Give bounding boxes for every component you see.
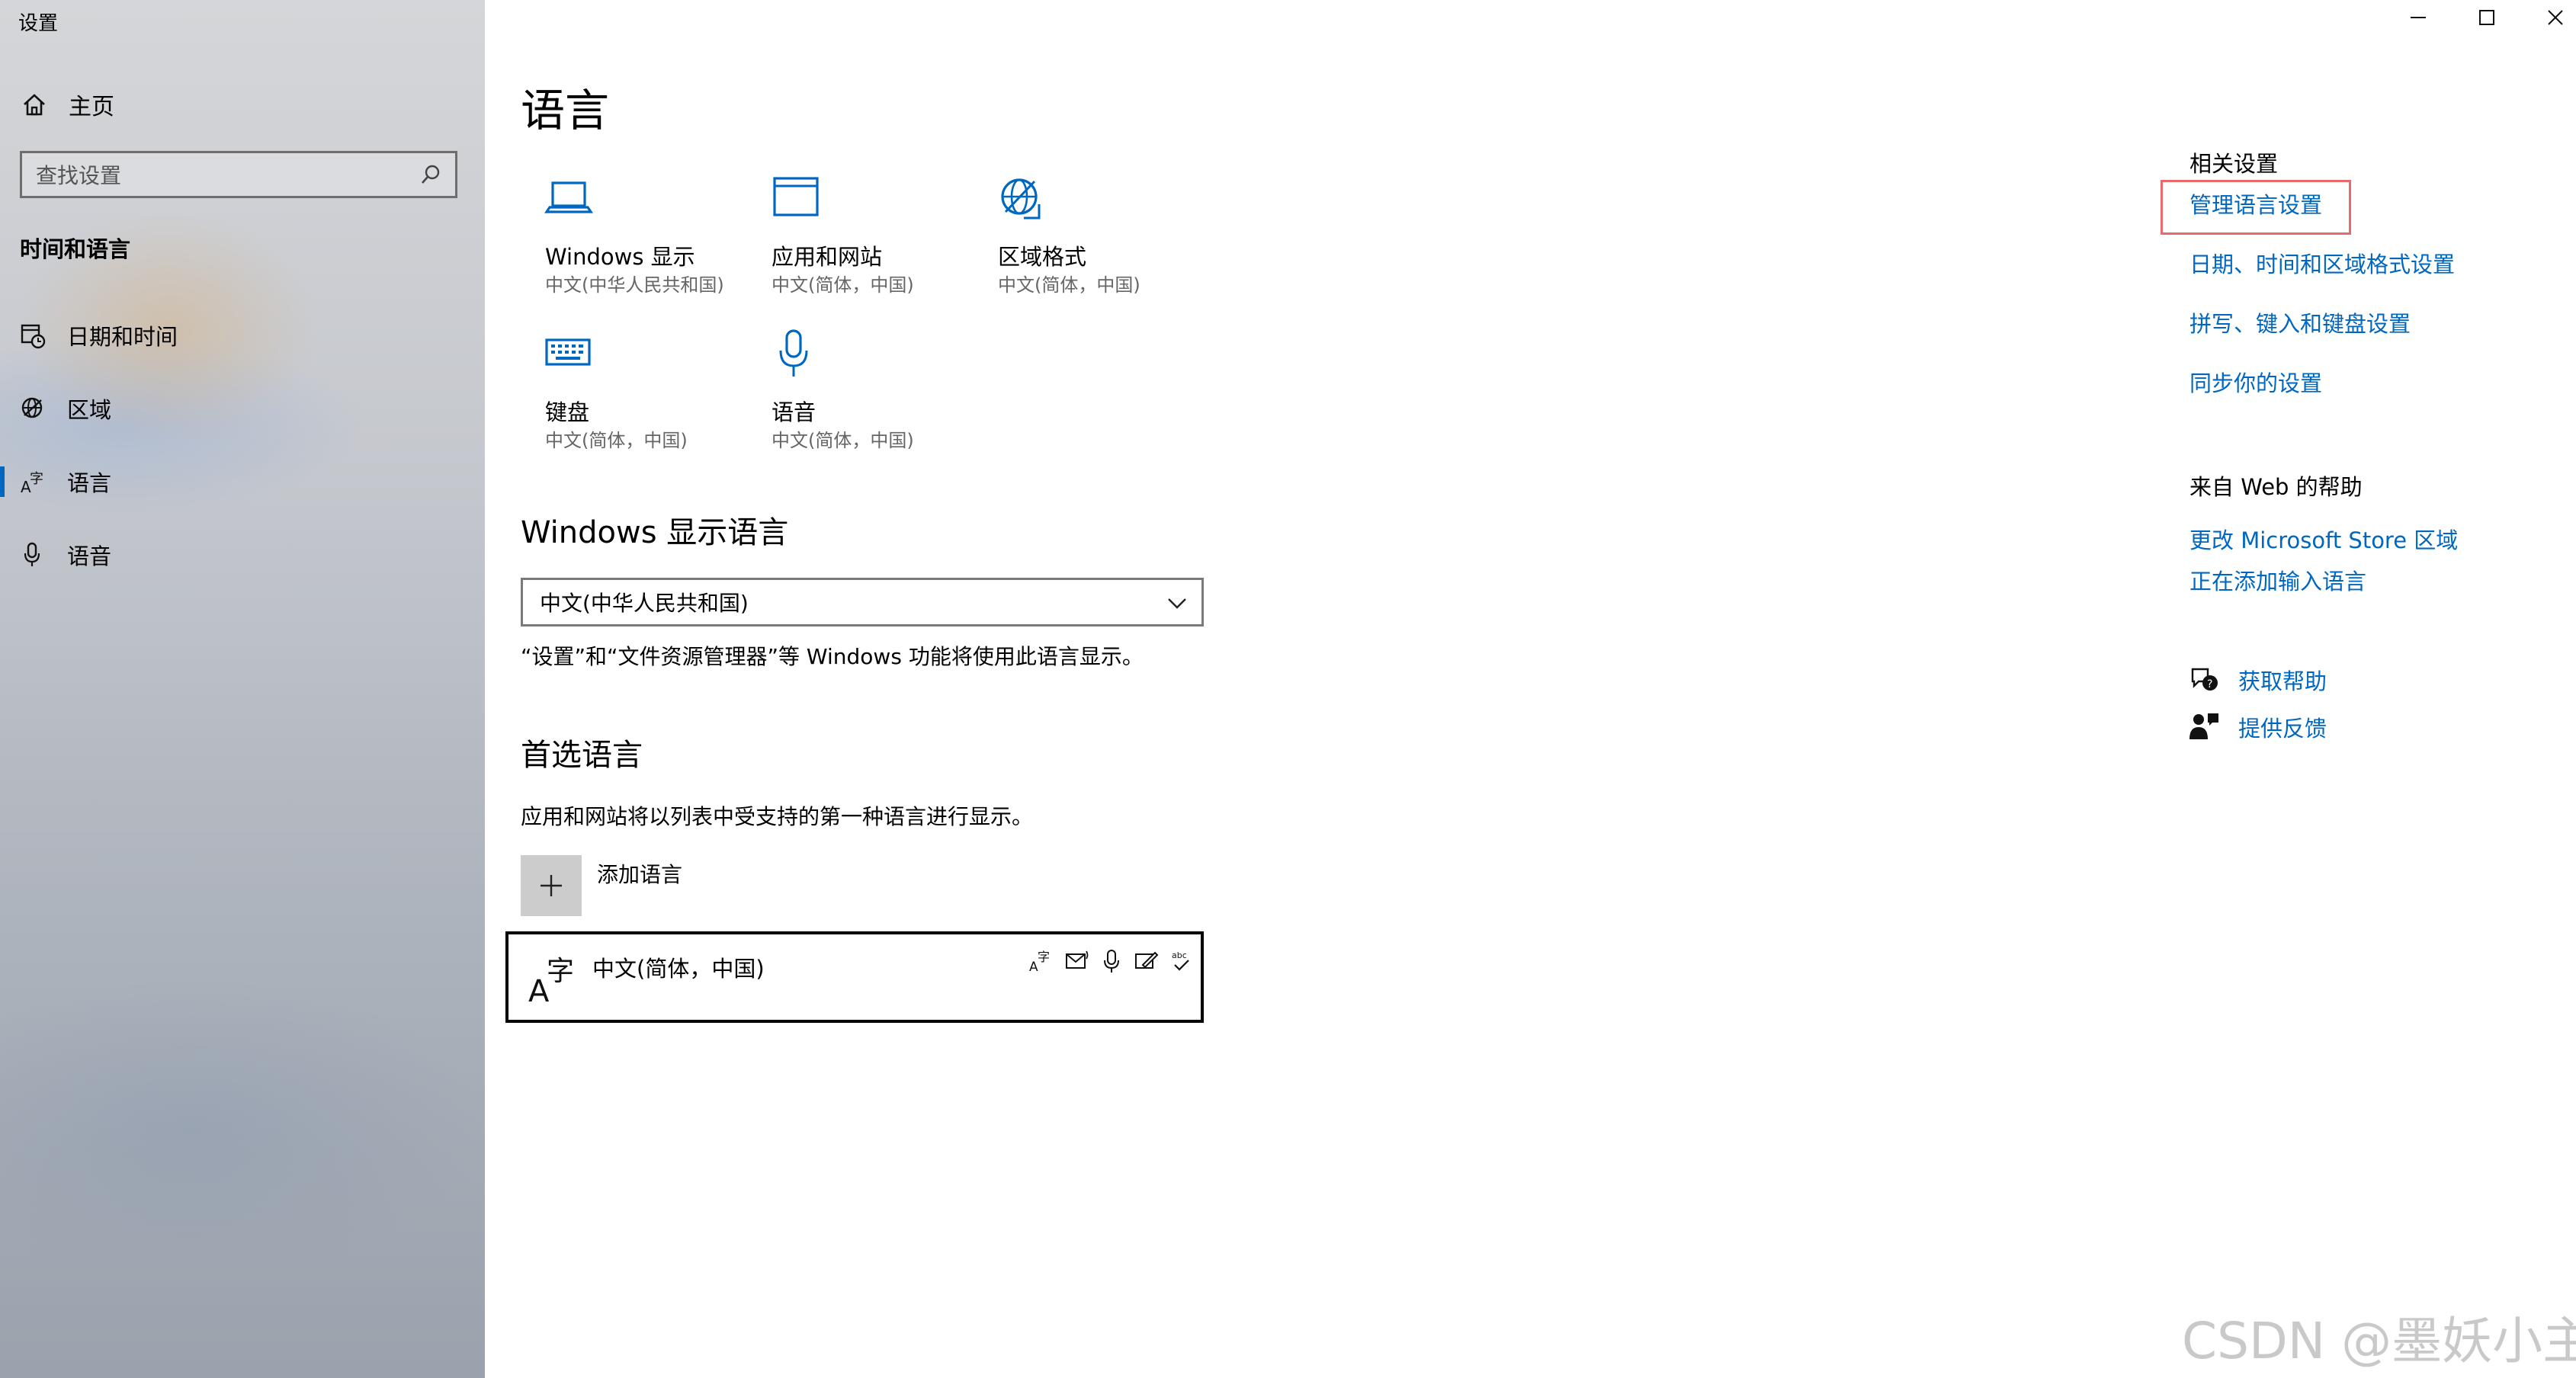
plus-icon	[521, 855, 582, 916]
close-button[interactable]	[2519, 0, 2576, 35]
tile-subtitle: 中文(简体，中国)	[545, 430, 688, 451]
tile-regional-format[interactable]: 区域格式 中文(简体，中国)	[974, 174, 1195, 303]
browser-window-icon	[773, 177, 819, 216]
manage-language-settings-link[interactable]: 管理语言设置	[2189, 187, 2322, 220]
feedback-label: 提供反馈	[2238, 716, 2327, 742]
tile-keyboard[interactable]: 键盘 中文(简体，中国)	[521, 329, 742, 459]
get-help-link[interactable]: ? 获取帮助	[2189, 663, 2327, 697]
sidebar-section-title: 时间和语言	[20, 236, 131, 262]
tile-subtitle: 中文(中华人民共和国)	[545, 274, 724, 296]
display-language-icon: A 字	[1029, 950, 1050, 974]
maximize-icon	[2479, 10, 2494, 25]
add-language-button[interactable]: 添加语言	[521, 855, 682, 918]
chat-help-icon: ?	[2191, 668, 2218, 691]
sidebar-item-language[interactable]: A 字 语言	[0, 459, 485, 505]
svg-text:abc: abc	[1172, 950, 1187, 960]
feedback-icon	[2189, 713, 2218, 739]
sidebar-item-label: 日期和时间	[67, 324, 178, 350]
dropdown-selected-value: 中文(中华人民共和国)	[540, 591, 749, 616]
globe-format-icon	[1001, 178, 1041, 220]
tile-speech[interactable]: 语音 中文(简体，中国)	[747, 329, 968, 459]
display-language-dropdown[interactable]: 中文(中华人民共和国)	[521, 578, 1204, 627]
tile-subtitle: 中文(简体，中国)	[998, 274, 1140, 296]
sidebar-item-speech[interactable]: 语音	[0, 532, 485, 578]
preferred-language-description: 应用和网站将以列表中受支持的第一种语言进行显示。	[521, 804, 1034, 829]
spelling-typing-keyboard-link[interactable]: 拼写、键入和键盘设置	[2189, 306, 2411, 338]
tile-name: 键盘	[545, 399, 590, 425]
tile-name: 区域格式	[998, 244, 1087, 270]
svg-text:字: 字	[1038, 950, 1050, 964]
tile-name: Windows 显示	[545, 244, 695, 270]
speech-recognition-icon	[1104, 950, 1119, 973]
nav-home-label: 主页	[69, 94, 114, 120]
home-icon	[24, 94, 45, 116]
keyboard-icon	[545, 338, 591, 366]
minimize-button[interactable]	[2382, 0, 2455, 35]
chevron-down-icon	[1168, 598, 1186, 609]
language-icon: A 字	[528, 956, 574, 1008]
date-time-region-settings-link[interactable]: 日期、时间和区域格式设置	[2189, 247, 2455, 279]
laptop-icon	[544, 181, 593, 213]
feedback-link[interactable]: 提供反馈	[2189, 710, 2327, 744]
search-input[interactable]: 查找设置	[20, 151, 457, 198]
svg-text:字: 字	[547, 956, 574, 987]
get-help-label: 获取帮助	[2238, 668, 2327, 694]
microphone-icon	[779, 329, 808, 377]
language-list-item[interactable]: A 字 中文(简体，中国) A 字 abc	[505, 931, 1204, 1023]
sidebar-item-region[interactable]: 区域	[0, 386, 485, 431]
sync-settings-link[interactable]: 同步你的设置	[2189, 366, 2322, 398]
calendar-clock-icon	[21, 324, 46, 349]
display-language-description: “设置”和“文件资源管理器”等 Windows 功能将使用此语言显示。	[521, 644, 1144, 669]
tile-apps-websites[interactable]: 应用和网站 中文(简体，中国)	[747, 174, 968, 303]
close-icon	[2548, 10, 2563, 25]
tile-name: 语音	[772, 399, 816, 425]
language-name: 中文(简体，中国)	[592, 956, 765, 982]
preferred-language-heading: 首选语言	[521, 738, 643, 773]
search-placeholder: 查找设置	[36, 163, 122, 188]
sidebar-item-date-time[interactable]: 日期和时间	[0, 312, 485, 358]
page-title: 语言	[521, 85, 610, 136]
maximize-button[interactable]	[2450, 0, 2523, 35]
microphone-icon	[24, 542, 40, 566]
add-language-label: 添加语言	[597, 862, 683, 887]
tile-subtitle: 中文(简体，中国)	[772, 430, 914, 451]
tile-subtitle: 中文(简体，中国)	[772, 274, 914, 296]
sidebar-item-label: 区域	[67, 397, 112, 423]
tile-windows-display[interactable]: Windows 显示 中文(中华人民共和国)	[521, 174, 742, 303]
change-store-region-link[interactable]: 更改 Microsoft Store 区域	[2189, 523, 2458, 555]
svg-text:?: ?	[2207, 678, 2212, 691]
sidebar-item-label: 语言	[67, 470, 112, 496]
svg-text:字: 字	[30, 471, 43, 487]
text-to-speech-icon	[1066, 950, 1089, 969]
app-title: 设置	[18, 12, 59, 35]
sidebar: 设置 主页 查找设置 时间和语言 日期和时间 区域 A 字 语言 语音	[0, 0, 485, 1378]
adding-input-language-link[interactable]: 正在添加输入语言	[2189, 564, 2366, 596]
handwriting-icon	[1135, 951, 1159, 969]
nav-home[interactable]: 主页	[21, 85, 114, 123]
watermark: CSDN @墨妖小主	[2182, 1312, 2576, 1370]
display-language-heading: Windows 显示语言	[521, 515, 789, 550]
tile-name: 应用和网站	[772, 244, 883, 270]
sidebar-item-label: 语音	[67, 543, 112, 569]
related-settings-heading: 相关设置	[2189, 151, 2279, 177]
search-icon[interactable]	[420, 164, 441, 185]
language-icon: A 字	[21, 471, 43, 495]
globe-region-icon	[21, 397, 43, 418]
spellcheck-icon: abc	[1172, 950, 1189, 971]
minimize-icon	[2411, 17, 2426, 18]
web-help-heading: 来自 Web 的帮助	[2189, 474, 2363, 500]
